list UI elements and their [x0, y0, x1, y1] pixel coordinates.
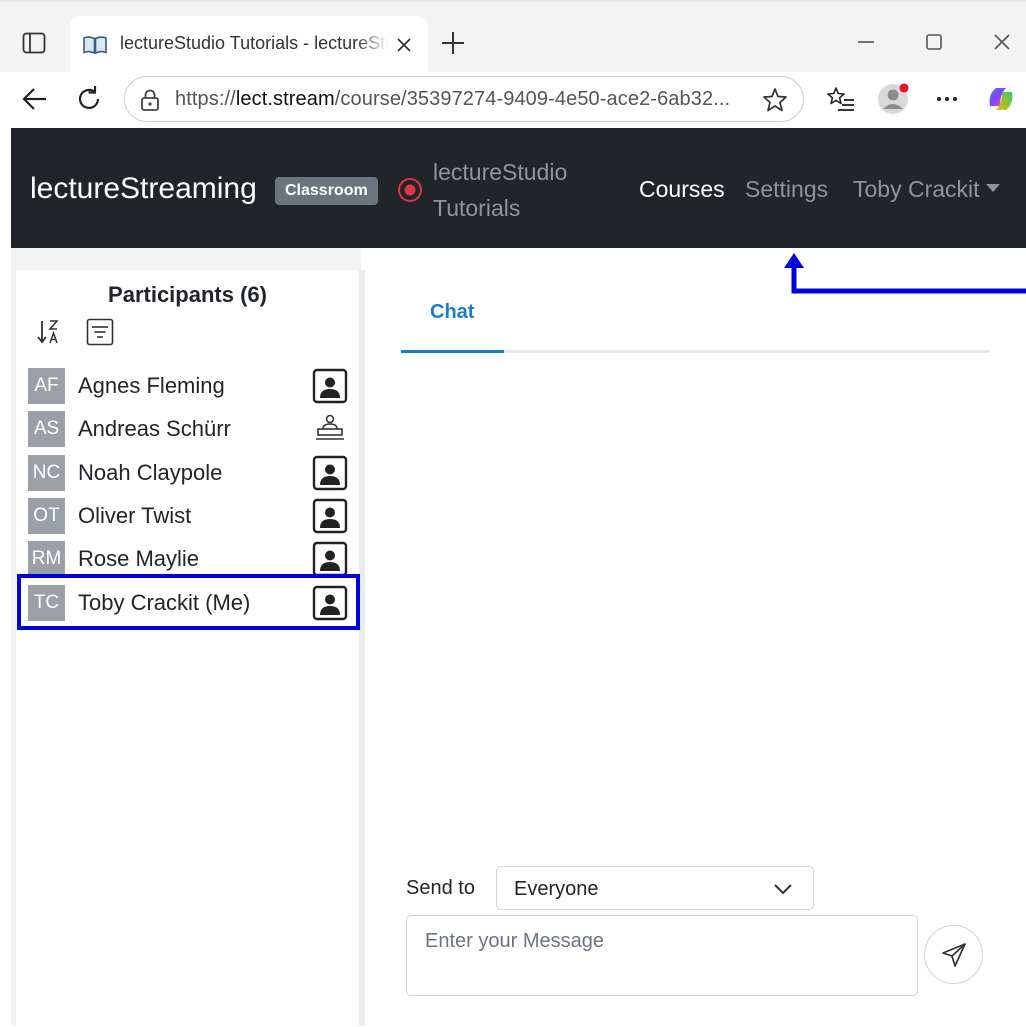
more-options-icon[interactable]: [930, 82, 964, 116]
participant-icon: [312, 368, 348, 404]
favorite-star-icon[interactable]: [761, 86, 789, 114]
copilot-icon[interactable]: [984, 82, 1018, 116]
brand-logo-text[interactable]: lectureStreaming: [30, 172, 257, 206]
recording-indicator-icon: [398, 178, 422, 202]
send-to-label: Send to: [406, 877, 475, 899]
participant-row[interactable]: OT Oliver Twist: [28, 496, 348, 536]
filter-list-icon[interactable]: [86, 318, 114, 346]
participant-name: Rose Maylie: [78, 546, 200, 571]
participant-name: Oliver Twist: [78, 503, 192, 528]
address-bar[interactable]: https://lect.stream/course/35397274-9409…: [124, 76, 804, 122]
message-input[interactable]: [406, 915, 918, 996]
panel-resize-handle[interactable]: [359, 270, 365, 1026]
app-navbar: lectureStreaming Classroom lectureStudio…: [11, 128, 1026, 248]
url-path: /course/35397274-9409-4e50-ace2-6ab32...: [334, 88, 731, 110]
participant-row[interactable]: AS Andreas Schürr: [28, 409, 348, 449]
avatar: AS: [28, 411, 65, 447]
participants-title: Participants (6): [108, 282, 267, 307]
url-scheme: https://: [175, 88, 236, 110]
avatar: OT: [28, 498, 65, 534]
user-menu-dropdown[interactable]: Toby Crackit: [853, 176, 1000, 203]
avatar: RM: [28, 541, 65, 577]
participant-row[interactable]: AF Agnes Fleming: [28, 366, 348, 406]
browser-tab-strip: lectureStudio Tutorials - lectureStudio: [0, 0, 1026, 74]
annotation-highlight-box: [17, 574, 360, 630]
chevron-down-icon: [774, 884, 792, 895]
participant-icon: [312, 541, 348, 577]
nav-link-courses[interactable]: Courses: [639, 176, 725, 203]
send-to-value: Everyone: [514, 878, 599, 900]
participant-name: Agnes Fleming: [78, 373, 225, 398]
close-window-icon[interactable]: [988, 28, 1016, 56]
send-paper-plane-icon: [942, 943, 966, 967]
back-arrow-icon[interactable]: [20, 84, 50, 114]
participant-row[interactable]: RM Rose Maylie: [28, 539, 348, 579]
tab-chat[interactable]: Chat: [430, 301, 474, 324]
minimize-window-icon[interactable]: [852, 28, 880, 56]
participant-icon: [312, 498, 348, 534]
open-book-icon: [83, 36, 107, 55]
annotation-arrow: [784, 253, 1026, 294]
participant-row[interactable]: NC Noah Claypole: [28, 453, 348, 493]
sort-alpha-icon[interactable]: [36, 318, 62, 346]
participants-panel: Participants (6) AF Agnes Fleming AS Andrea…: [16, 270, 359, 1026]
lock-icon[interactable]: [139, 88, 161, 112]
browser-tab-active[interactable]: lectureStudio Tutorials - lectureStudio: [70, 16, 428, 74]
maximize-window-icon[interactable]: [920, 28, 948, 56]
close-tab-icon[interactable]: [392, 33, 416, 57]
url-host: lect.stream: [235, 88, 335, 110]
sidebar-toggle-icon[interactable]: [22, 32, 46, 54]
new-tab-icon[interactable]: [440, 30, 466, 56]
course-title: lectureStudio Tutorials: [433, 159, 568, 221]
profile-avatar-icon[interactable]: [876, 82, 910, 116]
send-message-button[interactable]: [924, 925, 983, 984]
participant-name: Andreas Schürr: [78, 416, 231, 441]
avatar: AF: [28, 368, 65, 404]
url-text[interactable]: https://lect.stream/course/35397274-9409…: [175, 88, 730, 111]
avatar: NC: [28, 455, 65, 491]
send-to-select[interactable]: Everyone: [496, 866, 814, 910]
classroom-badge: Classroom: [275, 177, 378, 205]
screen: lectureStudio Tutorials - lectureStudio: [0, 0, 1026, 1027]
nav-link-settings[interactable]: Settings: [745, 176, 828, 203]
reload-icon[interactable]: [74, 84, 104, 114]
participant-icon: [312, 455, 348, 491]
caret-down-icon: [985, 183, 1000, 192]
browser-toolbar: https://lect.stream/course/35397274-9409…: [0, 72, 1026, 128]
tab-active-indicator: [401, 350, 504, 353]
presenter-icon: [312, 411, 348, 447]
user-menu-label: Toby Crackit: [853, 176, 980, 202]
browser-tab-title: lectureStudio Tutorials - lectureStudio: [120, 33, 388, 53]
participant-name: Noah Claypole: [78, 460, 223, 485]
favorites-list-icon[interactable]: [824, 82, 858, 116]
